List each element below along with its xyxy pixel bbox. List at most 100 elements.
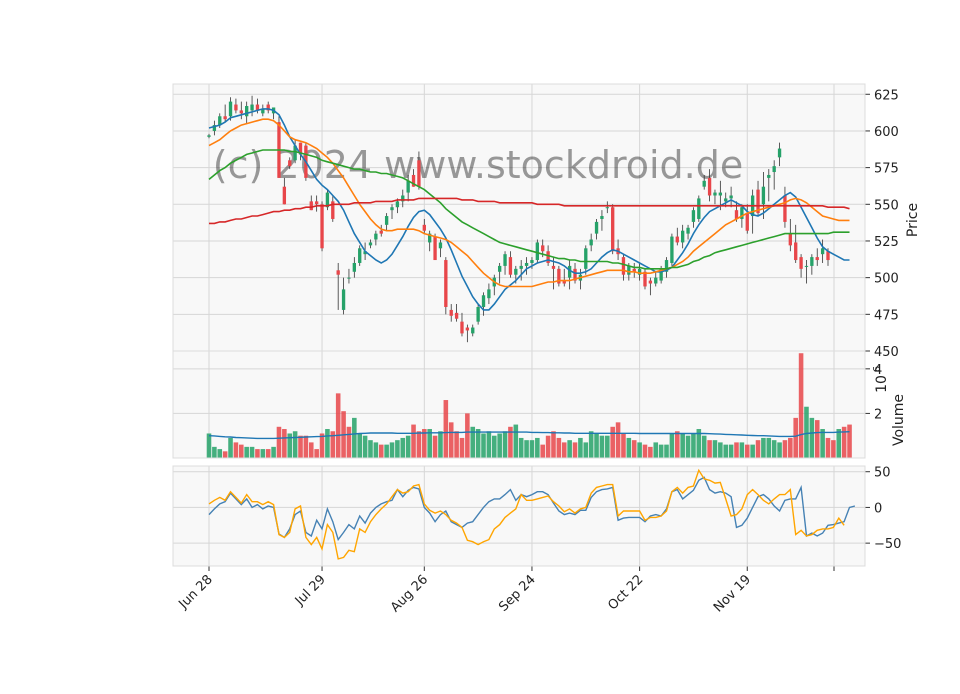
volume-bar — [513, 424, 519, 458]
watermark-text: (c) 2024 www.stockdroid.de — [213, 143, 744, 187]
volume-bar — [669, 433, 675, 458]
volume-bar — [707, 440, 712, 458]
volume-bar — [378, 444, 384, 458]
volume-bar — [239, 444, 244, 458]
volume-bar — [222, 451, 228, 458]
candle-body — [352, 262, 356, 272]
volume-bar — [798, 353, 804, 458]
volume-bar — [594, 433, 599, 458]
oscillator-tick-label: −50 — [874, 537, 901, 552]
volume-bar — [793, 417, 798, 458]
candle-body — [519, 265, 523, 269]
volume-bar — [416, 431, 422, 458]
volume-bar — [739, 442, 745, 458]
candle-body — [691, 210, 696, 222]
candle-body — [686, 227, 690, 234]
volume-bar — [572, 442, 578, 458]
volume-bar — [255, 449, 260, 458]
volume-bar — [820, 429, 825, 458]
volume-bar — [233, 442, 239, 458]
volume-bar — [535, 437, 540, 458]
volume-bar — [212, 446, 217, 458]
candle-body — [239, 110, 243, 114]
volume-bar — [621, 433, 626, 458]
price-tick-label: 525 — [874, 235, 899, 250]
volume-bar — [352, 417, 357, 458]
price-tick-label: 600 — [874, 125, 899, 140]
candle-body — [627, 265, 631, 275]
volume-bar — [432, 435, 438, 458]
candle-body — [368, 242, 373, 246]
candle-body — [702, 180, 706, 187]
volume-axis-multiplier: 10 — [874, 375, 890, 393]
candle-body — [799, 257, 803, 269]
volume-bar — [529, 440, 535, 458]
volume-bar — [578, 437, 583, 458]
volume-bar — [556, 437, 562, 458]
candle-body — [546, 251, 550, 263]
volume-bar — [282, 429, 287, 458]
candle-body — [508, 257, 513, 275]
volume-bar — [567, 440, 572, 458]
volume-bar — [825, 437, 831, 458]
volume-bar — [605, 435, 610, 458]
candle-body — [713, 192, 717, 196]
volume-bar — [545, 435, 551, 458]
candle-body — [675, 236, 679, 243]
volume-bar — [303, 435, 309, 458]
candle-body — [654, 277, 658, 284]
volume-bar — [438, 431, 443, 458]
volume-axis-label: Volume — [891, 394, 907, 446]
volume-bar — [249, 446, 255, 458]
volume-bar — [244, 446, 249, 458]
price-tick-label: 475 — [874, 308, 899, 323]
candle-body — [417, 160, 421, 187]
volume-bar — [362, 435, 368, 458]
volume-bar — [454, 431, 459, 458]
volume-bar — [524, 440, 529, 458]
candle-body — [223, 116, 227, 120]
volume-bar — [475, 429, 481, 458]
chart-canvas: (c) 2024 www.stockdroid.de Jun 28 Jul 29 A… — [172, 83, 921, 615]
candle-body — [794, 242, 798, 261]
volume-bar — [718, 442, 723, 458]
candle-body — [530, 260, 534, 263]
x-tick-label: Aug 26 — [388, 572, 431, 615]
volume-bar — [373, 442, 379, 458]
volume-bar — [271, 446, 276, 458]
candle-body — [600, 216, 604, 219]
x-tick-label: Sep 24 — [496, 572, 539, 615]
volume-bar — [691, 433, 696, 458]
volume-bar — [443, 400, 449, 458]
volume-bar — [766, 437, 772, 458]
volume-bar — [788, 437, 793, 458]
volume-bar — [831, 440, 836, 458]
volume-tick-label: 2 — [874, 407, 882, 422]
volume-bar — [368, 440, 373, 458]
candle-body — [767, 174, 771, 178]
candle-body — [384, 216, 389, 225]
candle-body — [314, 201, 319, 205]
candle-body — [465, 327, 470, 331]
candle-body — [454, 312, 459, 319]
x-tick-label: Nov 19 — [711, 572, 754, 615]
volume-bar — [308, 442, 314, 458]
volume-bar — [664, 444, 669, 458]
volume-bar — [626, 437, 632, 458]
candle-body — [341, 289, 346, 310]
volume-bar — [804, 406, 809, 458]
oscillator-tick-label: 50 — [874, 466, 891, 481]
volume-bar — [723, 444, 729, 458]
candle-body — [374, 233, 378, 240]
volume-bar — [411, 424, 416, 458]
candle-body — [804, 265, 809, 267]
price-tick-label: 450 — [874, 345, 899, 360]
volume-bar — [518, 437, 524, 458]
candle-body — [481, 295, 486, 307]
volume-axis-exponent: 6 — [872, 366, 883, 372]
volume-bar — [561, 442, 567, 458]
volume-bar — [701, 435, 707, 458]
price-tick-label: 500 — [874, 272, 899, 287]
candle-body — [594, 221, 599, 234]
x-tick-label: Oct 22 — [605, 572, 646, 613]
